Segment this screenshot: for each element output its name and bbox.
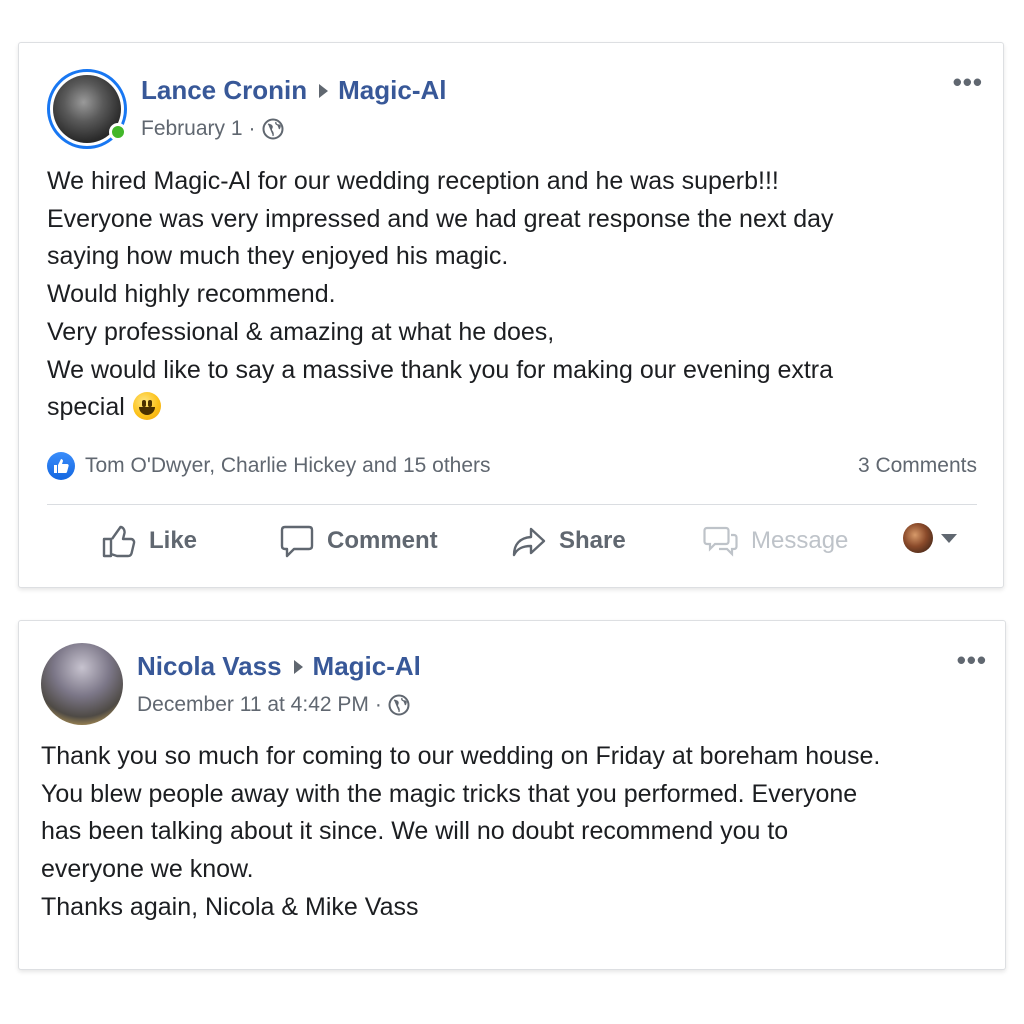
comments-count-link[interactable]: 3 Comments	[858, 454, 977, 478]
post-body-line: everyone we know.	[41, 855, 254, 884]
comment-button[interactable]: Comment	[279, 523, 438, 559]
author-name-link[interactable]: Lance Cronin	[141, 75, 307, 106]
globe-icon	[262, 118, 284, 140]
author-name-link[interactable]: Nicola Vass	[137, 651, 282, 682]
page-name-link[interactable]: Magic-Al	[338, 75, 446, 106]
post-as-selector[interactable]	[903, 523, 957, 553]
post-body-line: saying how much they enjoyed his magic.	[47, 242, 509, 271]
arrow-right-icon	[293, 659, 303, 674]
post-body-line: has been talking about it since. We will…	[41, 817, 789, 846]
post-header: Lance Cronin Magic-Al	[141, 75, 446, 106]
comment-label: Comment	[327, 527, 438, 554]
post-body-line: We would like to say a massive thank you…	[47, 355, 834, 384]
post-body-line: special	[47, 393, 125, 422]
post-header: Nicola Vass Magic-Al	[137, 651, 421, 682]
divider	[47, 504, 977, 505]
post-actions: Like Comment Share Message	[19, 523, 1003, 567]
message-icon	[703, 526, 738, 557]
author-avatar[interactable]	[41, 643, 123, 725]
review-post-1: Lance Cronin Magic-Al February 1 · ••• W…	[18, 42, 1004, 588]
like-label: Like	[149, 527, 198, 554]
like-button[interactable]: Like	[101, 523, 197, 559]
globe-icon	[388, 694, 410, 716]
post-meta: December 11 at 4:42 PM ·	[137, 693, 410, 717]
comment-icon	[280, 525, 314, 558]
more-options-icon[interactable]: •••	[953, 67, 983, 98]
post-body-line: Everyone was very impressed and we had g…	[47, 204, 834, 233]
post-body-line: Thank you so much for coming to our wedd…	[41, 742, 881, 770]
message-button[interactable]: Message	[703, 523, 848, 559]
share-icon	[512, 527, 546, 557]
meta-separator: ·	[374, 693, 382, 716]
arrow-right-icon	[319, 83, 329, 98]
page-name-link[interactable]: Magic-Al	[313, 651, 421, 682]
post-body-line: Very professional & amazing at what he d…	[47, 317, 555, 346]
online-status-indicator	[109, 123, 127, 141]
meta-separator: ·	[248, 117, 256, 140]
post-date-link[interactable]: February 1	[141, 117, 243, 141]
message-label: Message	[751, 527, 849, 554]
reactions-bar: Tom O'Dwyer, Charlie Hickey and 15 other…	[47, 451, 977, 481]
like-icon	[102, 525, 136, 558]
post-body-line: Would highly recommend.	[47, 280, 336, 309]
more-options-icon[interactable]: •••	[957, 645, 987, 676]
review-post-2: Nicola Vass Magic-Al December 11 at 4:42…	[18, 620, 1006, 970]
post-date-link[interactable]: December 11 at 4:42 PM	[137, 693, 369, 717]
caret-down-icon	[941, 533, 957, 543]
post-body: We hired Magic-Al for our wedding recept…	[47, 163, 834, 427]
like-reaction-icon	[47, 452, 75, 480]
post-body-line: Thanks again, Nicola & Mike Vass	[41, 892, 419, 921]
post-meta: February 1 ·	[141, 117, 284, 141]
post-body-line-last: special	[47, 389, 834, 427]
user-avatar	[903, 523, 933, 553]
grinning-face-emoji-icon	[132, 392, 161, 421]
reactions-names-link[interactable]: Tom O'Dwyer, Charlie Hickey and 15 other…	[85, 454, 858, 478]
post-body-line: You blew people away with the magic tric…	[41, 779, 858, 808]
post-body-line: We hired Magic-Al for our wedding recept…	[47, 167, 779, 195]
post-body: Thank you so much for coming to our wedd…	[41, 738, 880, 927]
share-label: Share	[559, 527, 626, 554]
share-button[interactable]: Share	[511, 523, 626, 559]
